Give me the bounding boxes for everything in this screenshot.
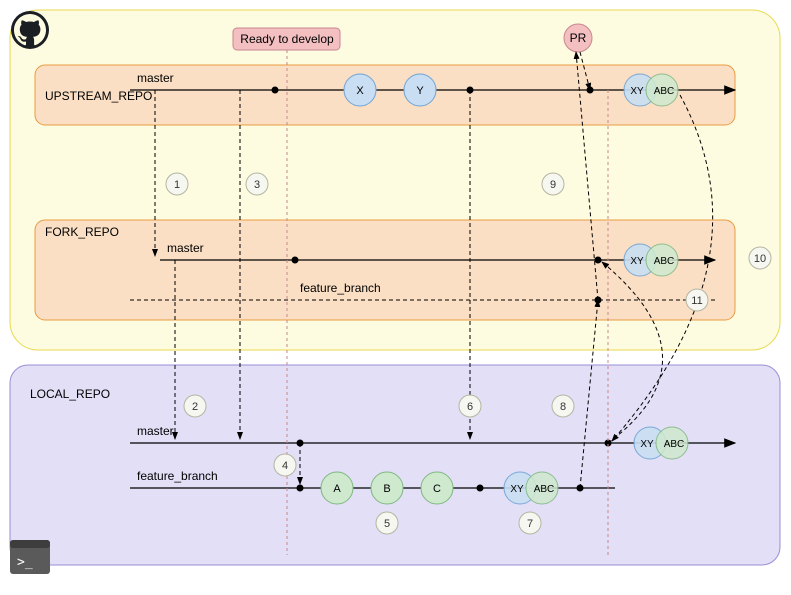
svg-text:>_: >_	[17, 555, 33, 570]
merge-abc-upstream-label: ABC	[654, 86, 675, 97]
local-repo-label: LOCAL_REPO	[30, 387, 110, 401]
step-8: 8	[560, 401, 566, 413]
commit-c-label: C	[433, 483, 441, 495]
rebase-xy-label: XY	[510, 484, 524, 495]
github-icon	[11, 11, 49, 49]
step-4: 4	[282, 460, 288, 472]
ready-banner-label: Ready to develop	[240, 32, 334, 46]
rebase-abc-label: ABC	[534, 484, 555, 495]
pr-banner-label: PR	[570, 31, 587, 45]
merge-xy-upstream-label: XY	[630, 86, 644, 97]
upstream-master-label: master	[137, 71, 174, 85]
merge-abc-local-label: ABC	[664, 439, 685, 450]
step-1: 1	[174, 179, 180, 191]
git-workflow-diagram: UPSTREAM_REPO master X Y XY ABC Ready to…	[0, 0, 791, 595]
commit-a-label: A	[333, 483, 341, 495]
fork-feature-label: feature_branch	[300, 281, 381, 295]
step-2: 2	[192, 401, 198, 413]
step-5: 5	[384, 518, 390, 530]
step-3: 3	[254, 179, 260, 191]
local-feature-label: feature_branch	[137, 469, 218, 483]
commit-x-label: X	[356, 85, 364, 97]
local-repo-box	[10, 365, 780, 565]
step-6: 6	[467, 401, 473, 413]
commit-b-label: B	[383, 483, 390, 495]
step-9: 9	[550, 179, 556, 191]
local-master-label: master	[137, 424, 174, 438]
commit-y-label: Y	[416, 85, 424, 97]
merge-xy-local-label: XY	[640, 439, 654, 450]
upstream-repo-label: UPSTREAM_REPO	[45, 89, 152, 103]
merge-abc-fork-label: ABC	[654, 256, 675, 267]
fork-repo-label: FORK_REPO	[45, 225, 119, 239]
terminal-icon: >_	[10, 540, 50, 574]
merge-xy-fork-label: XY	[630, 256, 644, 267]
fork-master-label: master	[167, 241, 204, 255]
step-10: 10	[754, 253, 766, 265]
step-11: 11	[691, 295, 702, 307]
step-7: 7	[527, 518, 533, 530]
